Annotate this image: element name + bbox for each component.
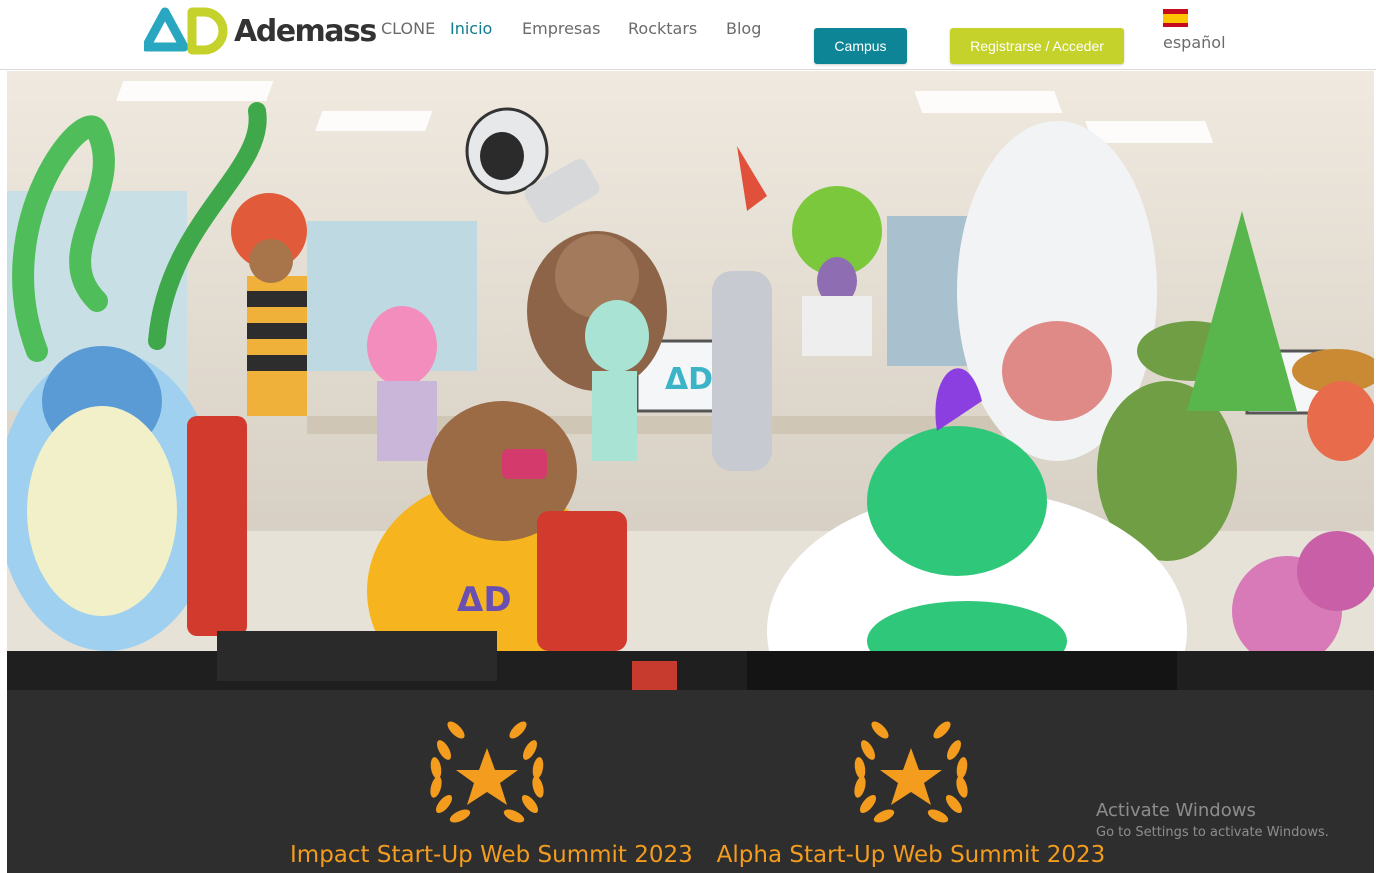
nav-clone[interactable]: CLONE bbox=[381, 19, 435, 38]
activate-windows-watermark: Activate Windows Go to Settings to activ… bbox=[1096, 800, 1329, 840]
language-selector[interactable]: español bbox=[1163, 9, 1226, 52]
logo-text: Ademass bbox=[234, 13, 377, 49]
watermark-title: Activate Windows bbox=[1096, 800, 1256, 821]
office-illustration: ΔD ΔD bbox=[7, 71, 1374, 690]
ademass-logo-icon bbox=[144, 7, 228, 55]
awards-section: Impact Start-Up Web Summit 2023 Alpha St… bbox=[7, 690, 1374, 873]
nav-inicio[interactable]: Inicio bbox=[450, 19, 492, 38]
watermark-subtitle: Go to Settings to activate Windows. bbox=[1096, 825, 1329, 840]
shirt-logo: ΔD bbox=[457, 580, 512, 620]
spain-flag-icon bbox=[1163, 9, 1188, 27]
language-label: español bbox=[1163, 33, 1226, 52]
site-header: Ademass CLONE Inicio Empresas Rocktars B… bbox=[0, 0, 1376, 70]
nav-blog[interactable]: Blog bbox=[726, 19, 761, 38]
award-alpha: Alpha Start-Up Web Summit 2023 bbox=[714, 720, 1108, 868]
award-impact: Impact Start-Up Web Summit 2023 bbox=[290, 720, 693, 868]
laurel-star-icon bbox=[854, 721, 968, 823]
award-title: Alpha Start-Up Web Summit 2023 bbox=[716, 842, 1106, 868]
ademass-logo[interactable]: Ademass bbox=[144, 7, 377, 55]
award-title: Impact Start-Up Web Summit 2023 bbox=[290, 842, 693, 868]
nav-empresas[interactable]: Empresas bbox=[522, 19, 600, 38]
register-login-button[interactable]: Registrarse / Acceder bbox=[950, 28, 1124, 64]
nav-rocktars[interactable]: Rocktars bbox=[628, 19, 697, 38]
campus-button[interactable]: Campus bbox=[814, 28, 907, 64]
monitor-logo: ΔD bbox=[665, 362, 713, 397]
laurel-star-icon bbox=[430, 721, 544, 823]
hero-illustration: ΔD ΔD bbox=[7, 71, 1374, 690]
